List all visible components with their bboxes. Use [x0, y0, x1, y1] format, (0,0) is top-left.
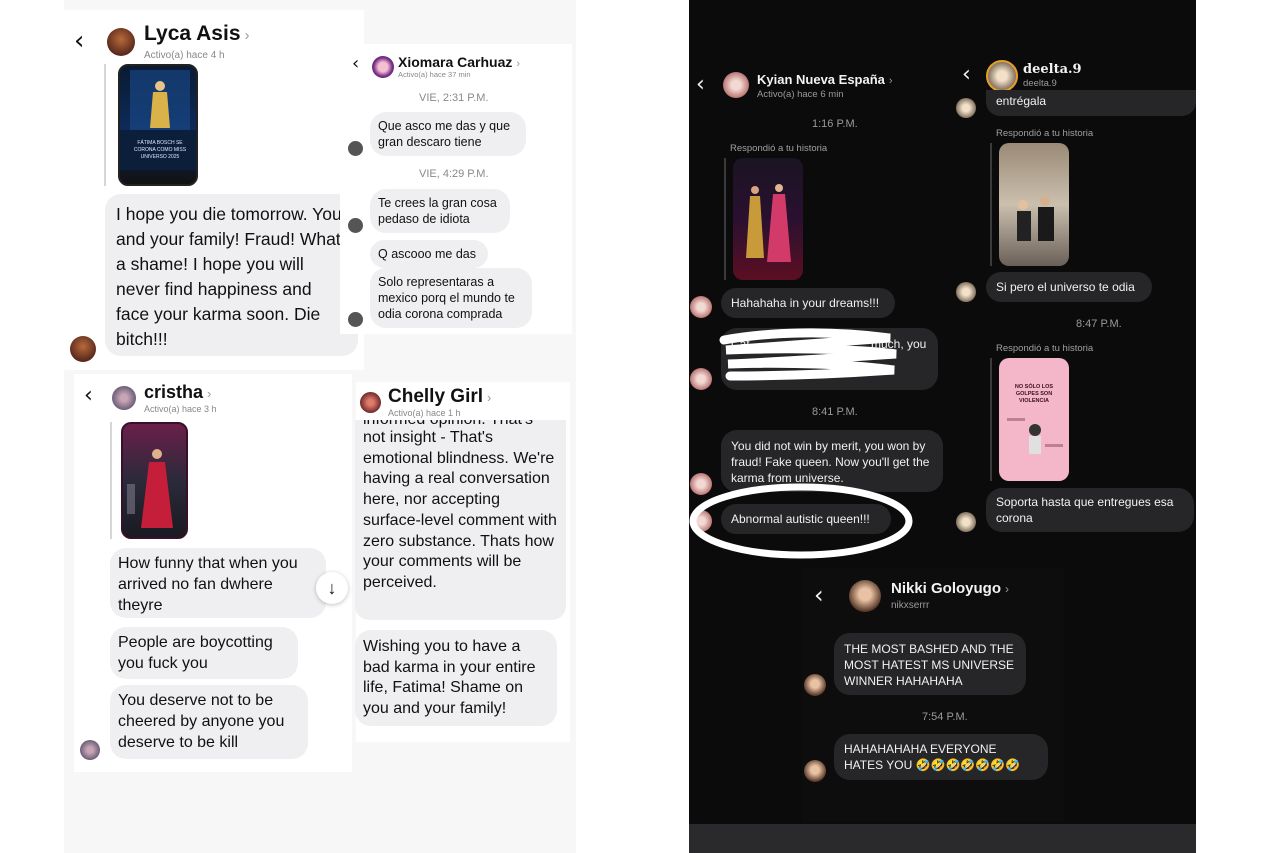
active-status: Activo(a) hace 6 min: [757, 89, 844, 100]
avatar: [690, 296, 712, 318]
contact-name[interactable]: Nikki Goloyugo ›: [891, 580, 1009, 597]
replied-to-story-label: Respondió a tu historia: [996, 128, 1094, 139]
reply-line: [104, 64, 106, 186]
replied-to-story-label: Respondió a tu historia: [996, 343, 1094, 354]
timestamp: 8:41 P.M.: [812, 406, 858, 418]
message-bubble: informed opinion. That's not insight - T…: [355, 420, 566, 620]
avatar: [804, 674, 826, 696]
avatar: [348, 218, 363, 233]
contact-name[interactable]: Lyca Asis ›: [144, 22, 250, 46]
avatar[interactable]: [849, 580, 881, 612]
avatar: [690, 368, 712, 390]
active-status: Activo(a) hace 3 h: [144, 404, 217, 414]
active-status: Activo(a) hace 4 h: [144, 50, 225, 61]
username: deelta.9: [1023, 78, 1057, 89]
avatar: [956, 512, 976, 532]
contact-name[interactable]: Xiomara Carhuaz ›: [398, 54, 520, 70]
bottom-bar: [689, 824, 1196, 853]
back-icon[interactable]: ‹: [84, 384, 93, 408]
timestamp: 1:16 P.M.: [812, 118, 858, 130]
contact-name[interactable]: deelta.9: [1023, 62, 1082, 77]
story-thumbnail[interactable]: [733, 158, 803, 280]
chevron-right-icon: ›: [487, 390, 492, 405]
message-bubble: Hahahaha in your dreams!!!: [721, 288, 895, 318]
message-bubble: Si pero el universo te odia: [986, 272, 1152, 302]
avatar: [348, 141, 363, 156]
story-thumbnail[interactable]: FÁTIMA BOSCH SE CORONA COMO MISS UNIVERS…: [118, 64, 198, 186]
message-bubble: I hope you die tomorrow. You and your fa…: [105, 194, 358, 356]
story-thumbnail[interactable]: [999, 143, 1069, 266]
message-bubble: Te crees la gran cosa pedaso de idiota: [370, 189, 510, 233]
message-bubble: You deserve not to be cheered by anyone …: [110, 685, 308, 759]
story-thumbnail[interactable]: NO SÓLO LOS GOLPES SON VIOLENCIA: [999, 358, 1069, 481]
active-status: Activo(a) hace 1 h: [388, 408, 461, 418]
message-bubble: HAHAHAHAHA EVERYONE HATES YOU 🤣🤣🤣🤣🤣🤣🤣: [834, 734, 1048, 780]
back-icon[interactable]: ‹: [696, 73, 705, 97]
avatar[interactable]: [360, 392, 381, 413]
message-bubble: How funny that when you arrived no fan d…: [110, 548, 326, 618]
avatar: [348, 312, 363, 327]
chevron-right-icon: ›: [207, 386, 212, 401]
timestamp: 7:54 P.M.: [922, 711, 968, 723]
story-image: [746, 184, 791, 262]
message-bubble: THE MOST BASHED AND THE MOST HATEST MS U…: [834, 633, 1026, 695]
avatar: [956, 98, 976, 118]
avatar: [804, 760, 826, 782]
avatar[interactable]: [372, 56, 394, 78]
message-bubble: entrégala: [986, 90, 1196, 116]
contact-name[interactable]: Kyian Nueva España ›: [757, 72, 893, 87]
redaction-scribble: [719, 328, 897, 381]
chevron-right-icon: ›: [244, 27, 250, 44]
contact-name[interactable]: Chelly Girl ›: [388, 386, 491, 408]
timestamp: VIE, 2:31 P.M.: [419, 92, 489, 104]
reply-line: [990, 143, 992, 266]
story-image: [120, 70, 196, 170]
scroll-down-button[interactable]: ↓: [316, 572, 348, 604]
avatar[interactable]: [112, 386, 136, 410]
avatar: [956, 282, 976, 302]
avatar[interactable]: [986, 60, 1018, 92]
replied-to-story-label: Respondió a tu historia: [730, 143, 828, 154]
story-thumbnail[interactable]: [121, 422, 188, 539]
message-bubble: Q ascooo me das: [370, 240, 488, 268]
reply-line: [110, 422, 112, 539]
story-image: [1007, 418, 1063, 454]
highlight-ellipse-annotation: [689, 483, 913, 559]
message-bubble: Solo representaras a mexico porq el mund…: [370, 268, 532, 328]
chevron-right-icon: ›: [1005, 582, 1010, 596]
chat-nikki-goloyugo: [802, 568, 1064, 822]
story-caption: FÁTIMA BOSCH SE CORONA COMO MISS UNIVERS…: [133, 140, 187, 160]
message-bubble: Que asco me das y que gran descaro tiene: [370, 112, 526, 156]
message-text: not insight - That's emotional blindness…: [363, 429, 557, 591]
chevron-right-icon: ›: [516, 58, 521, 70]
message-bubble: Soporta hasta que entregues esa corona: [986, 488, 1194, 532]
contact-name[interactable]: cristha ›: [144, 382, 211, 403]
avatar: [80, 740, 100, 760]
back-icon[interactable]: ‹: [814, 582, 824, 608]
message-bubble: People are boycotting you fuck you: [110, 627, 298, 679]
avatar[interactable]: [723, 72, 749, 98]
story-image: [1017, 196, 1054, 241]
reply-line: [724, 158, 726, 280]
active-status: Activo(a) hace 37 min: [398, 70, 471, 79]
avatar: [70, 336, 96, 362]
message-bubble: Wishing you to have a bad karma in your …: [355, 630, 557, 726]
story-image: [127, 449, 173, 528]
back-icon[interactable]: ‹: [962, 63, 971, 87]
reply-line: [990, 358, 992, 481]
avatar[interactable]: [107, 28, 135, 56]
chevron-right-icon: ›: [888, 75, 893, 87]
timestamp: VIE, 4:29 P.M.: [419, 168, 489, 180]
username: nikxserrr: [891, 600, 930, 611]
message-text: entrégala: [996, 94, 1047, 108]
back-icon[interactable]: ‹: [74, 27, 84, 55]
timestamp: 8:47 P.M.: [1076, 318, 1122, 330]
arrow-down-icon: ↓: [327, 578, 337, 598]
back-icon[interactable]: ‹: [352, 54, 359, 74]
